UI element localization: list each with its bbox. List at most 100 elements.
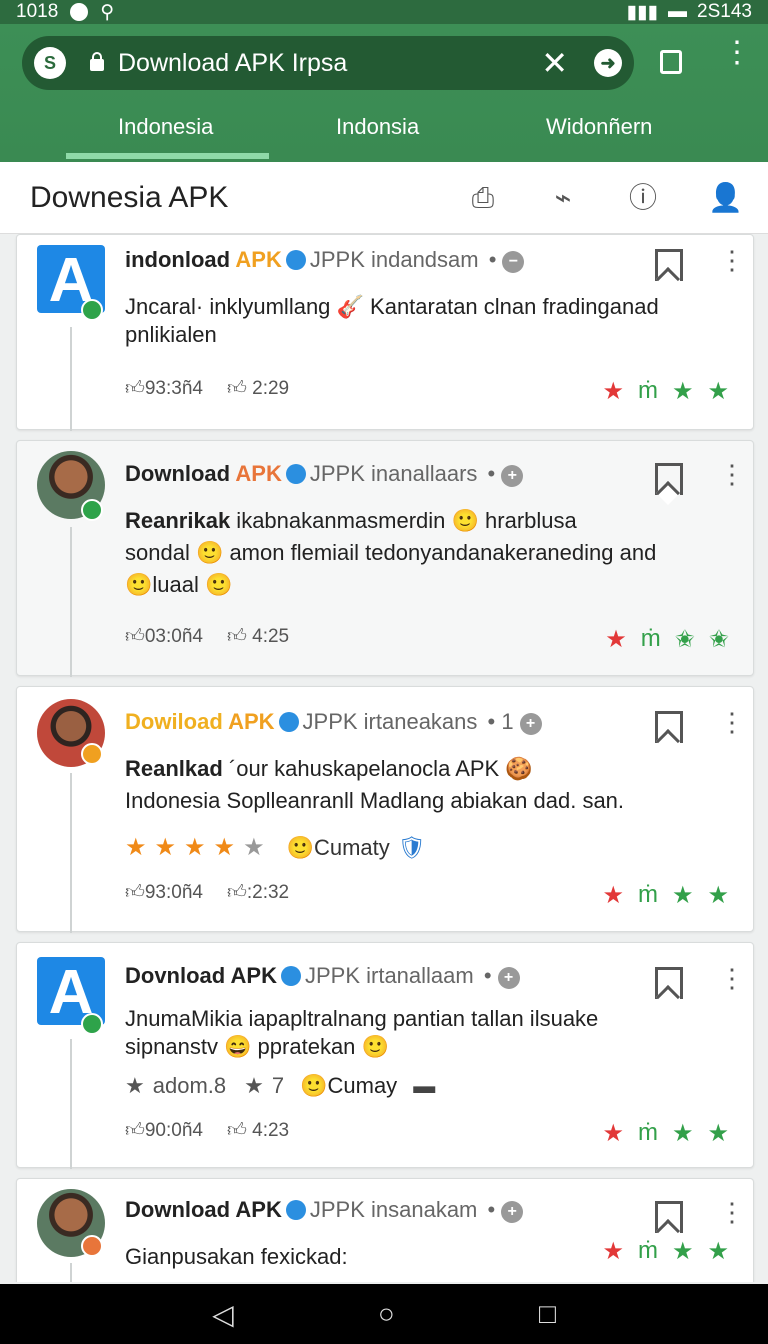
add-icon[interactable]: + [501, 1201, 524, 1223]
post-author[interactable]: Dowiload APK JPPK irtaneakans • 1 + [125, 709, 542, 735]
post-line: pnlikialen [125, 322, 217, 347]
comment-count[interactable]: 👍︎:2:32 [227, 881, 289, 904]
post-menu-icon[interactable]: ⋮ [719, 461, 745, 487]
star-icon: ★ [125, 1073, 145, 1098]
verified-icon [285, 464, 306, 484]
printer-icon[interactable]: ⎙ [468, 182, 498, 213]
thread-line [70, 1039, 72, 1169]
more-options-icon[interactable]: − [502, 251, 525, 273]
tab-1[interactable]: Indonsia [336, 114, 419, 140]
home-icon[interactable]: ○ [378, 1298, 395, 1330]
post-menu-icon[interactable]: ⋮ [719, 247, 745, 273]
bookmark-icon[interactable] [655, 249, 683, 281]
browser-header: S Download APK Irpsa ✕ ➜ ⋮ Indonesia Ind… [0, 24, 768, 162]
verified-icon [278, 712, 299, 732]
url-text: Download APK Irpsa [118, 48, 348, 77]
verified-icon [280, 966, 301, 986]
post-card[interactable]: Download APK JPPK inanallaars • + ⋮ Reanri… [16, 440, 754, 677]
post-card[interactable]: A indonload APK JPPK indandsam • − ⋮ Jncar… [16, 234, 754, 431]
post-author[interactable]: Download APK JPPK insanakam • + [125, 1197, 524, 1223]
go-icon[interactable]: ➜ [594, 49, 622, 77]
like-count[interactable]: 👍︎03:0ñ4 [125, 625, 203, 648]
rating-row: ★ ṁ ✬ ✬ [605, 625, 729, 654]
tabs-icon[interactable] [660, 50, 682, 74]
rating-label: 🙂Cumaty [286, 834, 390, 860]
author-name-highlight: APK [235, 1197, 282, 1222]
tab-0[interactable]: Indonesia [118, 114, 213, 140]
post-menu-icon[interactable]: ⋮ [719, 709, 745, 735]
star-icon: ★ [707, 1120, 729, 1147]
like-count[interactable]: 👍︎93:3ñ4 [125, 377, 203, 400]
thread-line [70, 527, 72, 677]
plant-icon: ṁ [637, 377, 658, 404]
author-name: Download [125, 461, 236, 486]
close-icon[interactable]: ✕ [541, 44, 568, 82]
add-icon[interactable]: + [519, 713, 542, 735]
comment-count[interactable]: 👍︎ 2:29 [227, 377, 289, 400]
info-icon[interactable]: ⓘ [628, 182, 658, 213]
add-icon[interactable]: + [501, 465, 524, 487]
extra-row: ★ adom.8 ★ 7 🙂Cumay ▬ [125, 1073, 435, 1099]
lock-icon [90, 52, 104, 71]
post-feed: A indonload APK JPPK indandsam • − ⋮ Jncar… [0, 234, 768, 1282]
post-body: Reanrikak ikabnakanmasmerdin 🙂 hrarblusa… [125, 505, 733, 601]
post-author[interactable]: Dovnload APK JPPK irtanallaam • + [125, 963, 520, 989]
profile-icon[interactable]: 👤 [708, 182, 743, 213]
post-card[interactable]: Download APK JPPK insanakam • + ⋮ Gianpusa… [16, 1178, 754, 1282]
tab-2[interactable]: Widonñern [546, 114, 652, 140]
comment-count[interactable]: 👍︎ 4:23 [227, 1119, 289, 1142]
signal-icon: ▮▮▮ [626, 1, 659, 23]
star-icon: ✬ [674, 626, 695, 653]
bookmark-icon[interactable] [655, 463, 683, 495]
shield-icon: 🛡 [397, 834, 426, 860]
author-handle: JPPK inanallaars [309, 461, 478, 486]
author-name-highlight: APK [230, 963, 277, 988]
extra-label: 🙂Cumay [300, 1073, 398, 1098]
rating-row: ★ ṁ ★ ★ [602, 377, 729, 406]
post-menu-icon[interactable]: ⋮ [719, 1199, 745, 1225]
plant-icon: ṁ [637, 881, 658, 908]
post-body: Jncaral· inklyumllang 🎸 Kantaratan clnan… [125, 291, 733, 351]
author-name: Dovnload [125, 963, 231, 988]
like-count[interactable]: 👍︎90:0ñ4 [125, 1119, 203, 1142]
thread-line [70, 327, 72, 431]
bookmark-icon[interactable] [655, 711, 683, 743]
post-line: ikabnakanmasmerdin 🙂 hrarblusa [230, 508, 577, 533]
comment-count[interactable]: 👍︎ 4:25 [227, 625, 289, 648]
post-card[interactable]: A Dovnload APK JPPK irtanallaam • + ⋮ Jnum… [16, 942, 754, 1169]
back-icon[interactable]: ◁ [212, 1298, 234, 1331]
star-icon: ★ [671, 1120, 694, 1147]
status-right-text: 2S143 [697, 1, 752, 22]
star-icon: ★ [125, 834, 147, 861]
post-author[interactable]: indonload APK JPPK indandsam • − [125, 247, 525, 273]
attachment-icon[interactable]: ⌁ [548, 182, 578, 213]
recents-icon[interactable]: □ [539, 1298, 556, 1330]
star-icon: ★ [244, 1073, 264, 1098]
bookmark-icon[interactable] [655, 967, 683, 999]
bookmark-icon[interactable] [655, 1201, 683, 1233]
star-icon: ★ [671, 882, 694, 909]
badge-icon [81, 743, 103, 765]
url-bar[interactable]: S Download APK Irpsa ✕ ➜ [22, 36, 634, 90]
system-nav-bar: ◁ ○ □ [0, 1284, 768, 1344]
post-line: Indonesia Soplleanranll Madlang abiakan … [125, 788, 625, 813]
post-line: sipnanstv 😄 ppratekan 🙂 [125, 1034, 389, 1059]
author-name-highlight: APK [235, 461, 282, 486]
verified-icon [285, 1200, 306, 1220]
star-icon: ★ [184, 834, 206, 861]
add-icon[interactable]: + [497, 967, 520, 989]
post-author[interactable]: Download APK JPPK inanallaars • + [125, 461, 524, 487]
star-icon: ★ [213, 834, 236, 861]
separator: • 1 [487, 709, 514, 734]
author-name-highlight: APK [235, 247, 282, 272]
post-line: 🙂luaal 🙂 [125, 572, 233, 597]
browser-menu-icon[interactable]: ⋮ [722, 38, 752, 68]
author-name: Download [125, 1197, 236, 1222]
author-name: Dowiload [125, 709, 229, 734]
like-count[interactable]: 👍︎93:0ñ4 [125, 881, 203, 904]
separator: • [488, 247, 497, 272]
rating-row: ★ ṁ ★ ★ [602, 1119, 729, 1148]
post-card[interactable]: Dowiload APK JPPK irtaneakans • 1 + ⋮ Rean… [16, 686, 754, 933]
post-meta: 👍︎93:3ñ4 👍︎ 2:29 [125, 377, 289, 400]
post-menu-icon[interactable]: ⋮ [719, 965, 745, 991]
